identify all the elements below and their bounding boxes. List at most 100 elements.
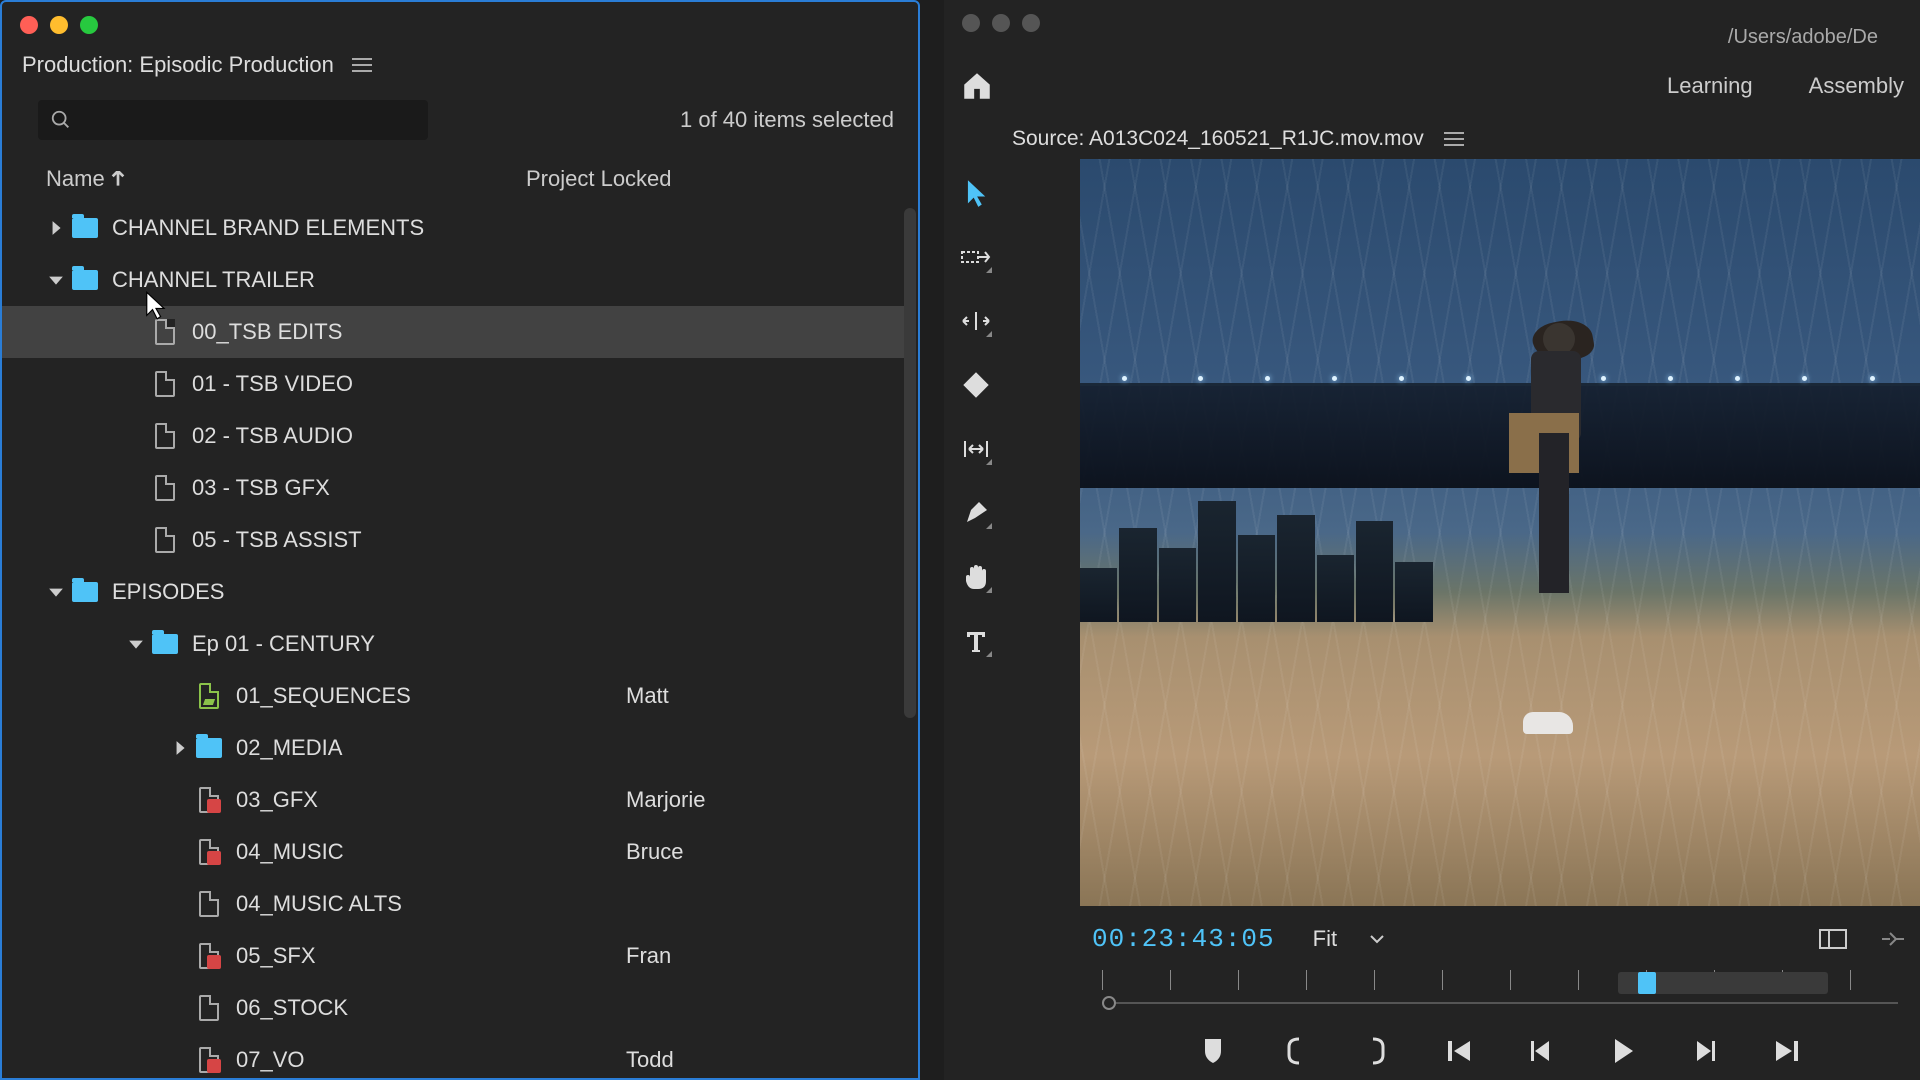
tree-row[interactable]: 05_SFXFran (2, 930, 906, 982)
source-monitor-panel: /Users/adobe/De Learning Assembly Source… (944, 0, 1920, 1080)
disclosure-triangle[interactable] (166, 740, 194, 756)
locked-project-icon (194, 945, 224, 967)
item-label: CHANNEL BRAND ELEMENTS (112, 215, 502, 241)
tree-row[interactable]: EPISODES (2, 566, 906, 618)
project-file-icon (194, 997, 224, 1019)
open-project-icon (194, 685, 224, 707)
razor-tool[interactable] (958, 367, 994, 403)
locked-by-label: Fran (626, 943, 671, 969)
selection-tool[interactable] (958, 175, 994, 211)
source-clip-name: Source: A013C024_160521_R1JC.mov.mov (1012, 127, 1424, 151)
item-label: 01 - TSB VIDEO (192, 371, 582, 397)
tree-row[interactable]: CHANNEL BRAND ELEMENTS (2, 202, 906, 254)
source-menu-icon[interactable] (1444, 132, 1464, 146)
production-panel: Production: Episodic Production 1 of 40 … (0, 0, 920, 1080)
tree-row[interactable]: 01_SEQUENCESMatt (2, 670, 906, 722)
play-button[interactable] (1606, 1034, 1640, 1068)
item-label: 04_MUSIC ALTS (236, 891, 626, 917)
pen-tool[interactable] (958, 495, 994, 531)
step-back-button[interactable] (1524, 1034, 1558, 1068)
tree-row[interactable]: 01 - TSB VIDEO (2, 358, 906, 410)
item-label: 06_STOCK (236, 995, 626, 1021)
tree-row[interactable]: 02 - TSB AUDIO (2, 410, 906, 462)
tree-row[interactable]: 00_TSB EDITS (2, 306, 906, 358)
panel-menu-icon[interactable] (352, 58, 372, 72)
tab-learning[interactable]: Learning (1667, 73, 1753, 99)
project-file-icon (150, 425, 180, 447)
go-to-out-button[interactable] (1770, 1034, 1804, 1068)
tab-assembly[interactable]: Assembly (1809, 73, 1904, 99)
sort-ascending-icon (111, 171, 125, 187)
item-label: 03 - TSB GFX (192, 475, 582, 501)
item-label: CHANNEL TRAILER (112, 267, 502, 293)
locked-project-icon (194, 841, 224, 863)
locked-by-label: Matt (626, 683, 669, 709)
tree-row[interactable]: 04_MUSIC ALTS (2, 878, 906, 930)
window-traffic-lights-right: /Users/adobe/De (944, 0, 1920, 61)
panel-title: Production: Episodic Production (22, 52, 334, 78)
zoom-scrollbar[interactable] (1618, 972, 1828, 994)
item-label: EPISODES (112, 579, 502, 605)
set-in-button[interactable] (1278, 1034, 1312, 1068)
search-icon (50, 109, 72, 131)
project-file-icon (150, 477, 180, 499)
locked-column-header: Project Locked (526, 166, 672, 192)
search-input[interactable] (38, 100, 428, 140)
project-file-icon (150, 373, 180, 395)
playhead[interactable] (1102, 996, 1116, 1010)
tree-row[interactable]: 04_MUSICBruce (2, 826, 906, 878)
source-monitor-video[interactable] (1080, 159, 1920, 906)
tree-row[interactable]: 02_MEDIA (2, 722, 906, 774)
minimize-window-button[interactable] (50, 16, 68, 34)
tree-row[interactable]: 06_STOCK (2, 982, 906, 1034)
project-file-icon (194, 893, 224, 915)
item-label: 02_MEDIA (236, 735, 626, 761)
project-file-icon (150, 529, 180, 551)
disclosure-triangle[interactable] (42, 274, 70, 286)
close-window-button[interactable] (20, 16, 38, 34)
disclosure-triangle[interactable] (42, 220, 70, 236)
locked-by-label: Marjorie (626, 787, 705, 813)
panel-title-bar: Production: Episodic Production (2, 42, 918, 92)
go-to-in-button[interactable] (1442, 1034, 1476, 1068)
timeline-ruler[interactable] (1092, 970, 1908, 1010)
folder-icon (70, 581, 100, 603)
tree-row[interactable]: 07_VOTodd (2, 1034, 906, 1078)
window-traffic-lights (2, 2, 918, 42)
ripple-edit-tool[interactable] (958, 303, 994, 339)
track-select-tool[interactable] (958, 239, 994, 275)
disclosure-triangle[interactable] (42, 586, 70, 598)
close-window-button[interactable] (962, 14, 980, 32)
slip-tool[interactable] (958, 431, 994, 467)
item-label: 00_TSB EDITS (192, 319, 582, 345)
item-label: 04_MUSIC (236, 839, 626, 865)
minimize-window-button[interactable] (992, 14, 1010, 32)
tree-row[interactable]: 03 - TSB GFX (2, 462, 906, 514)
zoom-fit-dropdown[interactable]: Fit (1303, 922, 1395, 956)
hand-tool[interactable] (958, 559, 994, 595)
home-button[interactable] (960, 69, 994, 103)
item-label: 02 - TSB AUDIO (192, 423, 582, 449)
tree-row[interactable]: 05 - TSB ASSIST (2, 514, 906, 566)
folder-icon (70, 269, 100, 291)
step-forward-button[interactable] (1688, 1034, 1722, 1068)
type-tool[interactable] (958, 623, 994, 659)
tree-row[interactable]: 03_GFXMarjorie (2, 774, 906, 826)
project-tree[interactable]: CHANNEL BRAND ELEMENTS CHANNEL TRAILER 00_… (2, 202, 918, 1078)
settings-view-icon[interactable] (1818, 927, 1848, 951)
scrollbar[interactable] (904, 208, 916, 718)
column-headers[interactable]: Name Project Locked (2, 148, 918, 202)
disclosure-triangle[interactable] (122, 638, 150, 650)
tree-row[interactable]: Ep 01 - CENTURY (2, 618, 906, 670)
zoom-window-button[interactable] (80, 16, 98, 34)
tree-row[interactable]: CHANNEL TRAILER (2, 254, 906, 306)
zoom-window-button[interactable] (1022, 14, 1040, 32)
locked-project-icon (194, 1049, 224, 1071)
selection-status: 1 of 40 items selected (680, 107, 894, 133)
set-out-button[interactable] (1360, 1034, 1394, 1068)
mark-in-button[interactable] (1196, 1034, 1230, 1068)
insert-overwrite-icon[interactable] (1878, 927, 1908, 951)
name-column-header: Name (46, 166, 526, 192)
timecode-display[interactable]: 00:23:43:05 (1092, 924, 1275, 954)
locked-project-icon (194, 789, 224, 811)
